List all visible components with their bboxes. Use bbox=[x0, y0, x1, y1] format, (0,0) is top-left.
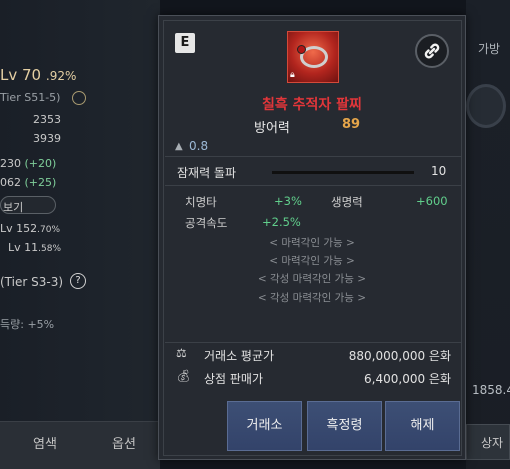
grade-badge: E bbox=[175, 33, 195, 53]
engraving-slot: < 마력각인 가능 > bbox=[269, 255, 355, 267]
bracelet-item-icon: 🔒︎ bbox=[287, 31, 339, 83]
black-spirit-button[interactable]: 흑정령 bbox=[307, 401, 382, 451]
engraving-slot: < 각성 마력각인 가능 > bbox=[257, 273, 367, 285]
shop-price-value: 6,400,000 은화 bbox=[364, 372, 451, 386]
stat-hp-value: +600 bbox=[416, 194, 448, 208]
tier-label: Tier S51-5) bbox=[0, 91, 61, 104]
drop-rate-label: 득량: +5% bbox=[0, 318, 55, 331]
engraving-slot: < 마력각인 가능 > bbox=[269, 237, 355, 249]
item-tooltip: E 🔒︎ 칠흑 추적자 팔찌 방어력 89 ▲ 0.8 잠재력 돌파 10 치명… bbox=[158, 15, 466, 460]
silver-amount: 1858.4 bbox=[472, 383, 510, 397]
box-button[interactable]: 상자 bbox=[466, 424, 510, 460]
scale-icon: ⚖ bbox=[176, 346, 187, 360]
link-icon bbox=[424, 43, 440, 59]
lock-icon: 🔒︎ bbox=[290, 70, 295, 80]
crossed-swords-icon[interactable] bbox=[466, 84, 506, 128]
exchange-button[interactable]: 거래소 bbox=[227, 401, 302, 451]
attack-stat: 230 (+20) bbox=[0, 157, 57, 170]
help-icon[interactable]: ? bbox=[70, 273, 86, 289]
potential-bar bbox=[272, 171, 414, 174]
bottom-tab-bar bbox=[0, 421, 160, 469]
market-avg-label: 거래소 평균가 bbox=[204, 349, 275, 363]
stat-crit-label: 치명타 bbox=[185, 195, 217, 209]
defense-label: 방어력 bbox=[254, 121, 290, 136]
stat-value-b: 3939 bbox=[33, 132, 61, 145]
market-avg-value: 880,000,000 은화 bbox=[348, 349, 451, 363]
stat-hp-label: 생명력 bbox=[331, 195, 363, 209]
stat-atkspd-label: 공격속도 bbox=[185, 216, 228, 230]
potential-bar-fill bbox=[272, 171, 414, 174]
divider bbox=[165, 185, 461, 186]
unequip-button[interactable]: 해제 bbox=[385, 401, 460, 451]
stat-atkspd-value: +2.5% bbox=[262, 215, 301, 229]
weight-value: 0.8 bbox=[189, 139, 209, 153]
defense-value: 89 bbox=[342, 117, 361, 132]
tab-bag[interactable]: 가방 bbox=[478, 40, 500, 57]
divider bbox=[165, 156, 461, 157]
defense-stat: 062 (+25) bbox=[0, 176, 57, 189]
stat-value-a: 2353 bbox=[33, 113, 61, 126]
potential-label: 잠재력 돌파 bbox=[177, 166, 237, 180]
item-name: 칠흑 추적자 팔찌 bbox=[262, 97, 362, 113]
stat-crit-value: +3% bbox=[274, 194, 302, 208]
tab-options[interactable]: 옵션 bbox=[112, 433, 136, 452]
potential-value: 10 bbox=[431, 164, 447, 178]
tier-label-2: (Tier S3-3) bbox=[0, 275, 64, 289]
inventory-panel bbox=[466, 0, 510, 469]
divider bbox=[165, 342, 461, 343]
link-button[interactable] bbox=[415, 34, 449, 68]
shop-price-label: 상점 판매가 bbox=[204, 372, 264, 386]
gem-shape bbox=[297, 45, 306, 54]
level-a: Lv 152.70% bbox=[0, 222, 61, 235]
tab-dye[interactable]: 염색 bbox=[33, 433, 57, 452]
medal-icon bbox=[72, 91, 86, 105]
silver-bag-icon: 💰︎ bbox=[176, 369, 192, 383]
view-button[interactable]: 보기 bbox=[0, 196, 56, 214]
character-level: Lv 70 .92% bbox=[0, 66, 77, 84]
weight-icon: ▲ bbox=[175, 141, 183, 152]
level-b: Lv 11.58% bbox=[8, 241, 62, 254]
engraving-slot: < 각성 마력각인 가능 > bbox=[257, 292, 367, 304]
